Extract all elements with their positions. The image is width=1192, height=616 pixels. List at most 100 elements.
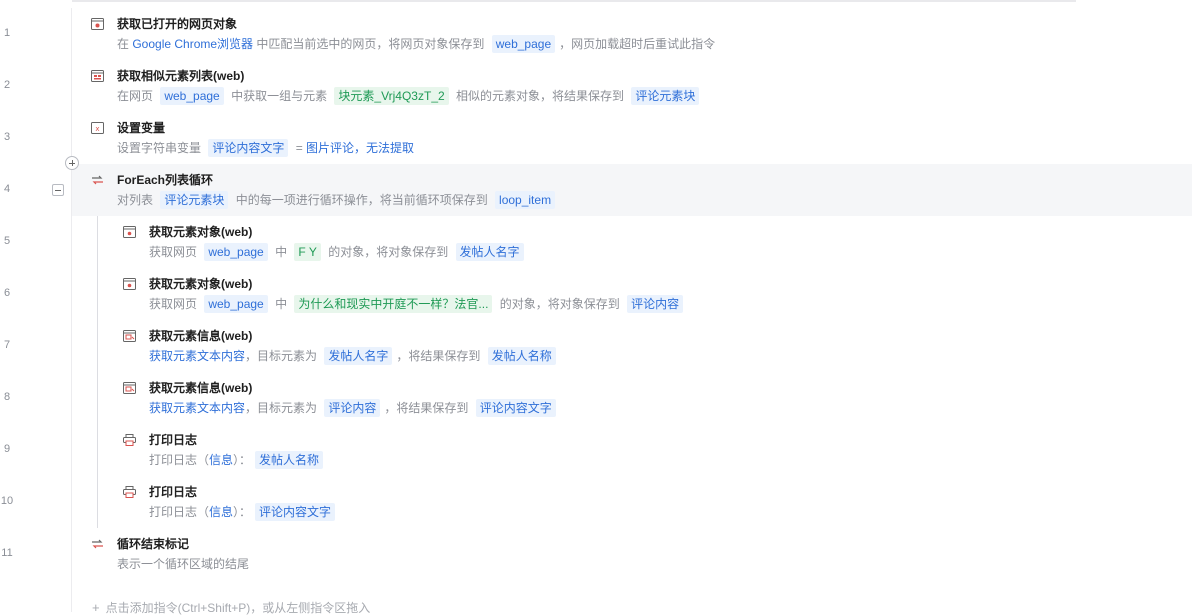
variable-tag[interactable]: 发帖人名字 xyxy=(324,347,393,365)
instruction-description: 在网页 web_page 中获取一组与元素 块元素_Vrj4Q3zT_2 相似的… xyxy=(117,87,703,105)
desc-text: ）： xyxy=(233,453,252,467)
element-tag[interactable]: 块元素_Vrj4Q3zT_2 xyxy=(334,87,449,105)
instruction-title: ForEach列表循环 xyxy=(117,173,214,187)
instruction-description: 打印日志（信息）： 评论内容文字 xyxy=(149,503,339,521)
variable-icon: x xyxy=(91,122,104,134)
desc-text: 获取网页 xyxy=(149,245,201,259)
line-number: 5 xyxy=(3,235,11,247)
variable-tag[interactable]: 评论元素块 xyxy=(160,191,229,209)
variable-tag[interactable]: 发帖人名字 xyxy=(455,243,524,261)
variable-tag[interactable]: 发帖人名称 xyxy=(255,451,324,469)
instruction-row-2[interactable]: 获取相似元素列表(web) 在网页 web_page 中获取一组与元素 块元素_V… xyxy=(72,60,1192,112)
element-tag[interactable]: F Y xyxy=(294,243,321,261)
desc-text: 的对象，将对象保存到 xyxy=(496,297,624,311)
desc-text: 对列表 xyxy=(117,193,157,207)
instruction-title: 获取元素信息(web) xyxy=(149,381,253,395)
desc-text: 中获取一组与元素 xyxy=(227,89,331,103)
desc-text: 获取网页 xyxy=(149,297,201,311)
instruction-description: 获取网页 web_page 中 F Y 的对象，将对象保存到 发帖人名字 xyxy=(149,243,528,261)
variable-tag[interactable]: 发帖人名称 xyxy=(487,347,556,365)
variable-tag[interactable]: 评论内容文字 xyxy=(208,139,289,157)
desc-text: 在 xyxy=(117,37,133,51)
svg-text:x: x xyxy=(95,125,99,133)
desc-text: 表示一个循环区域的结尾 xyxy=(117,557,250,571)
element-info-icon xyxy=(123,330,136,342)
add-icon: + xyxy=(92,600,100,615)
insert-step-icon[interactable] xyxy=(65,156,79,170)
element-info-icon xyxy=(123,382,136,394)
desc-text: 中匹配当前选中的网页，将网页对象保存到 xyxy=(253,37,488,51)
web-element-icon xyxy=(123,278,136,290)
web-element-icon xyxy=(123,226,136,238)
instruction-row-4[interactable]: ForEach列表循环 对列表 评论元素块 中的每一项进行循环操作，将当前循环项保… xyxy=(72,164,1192,216)
line-number: 4 xyxy=(3,183,11,195)
instruction-title: 获取元素对象(web) xyxy=(149,277,253,291)
collapse-loop-icon[interactable] xyxy=(52,184,64,196)
variable-tag[interactable]: 评论内容 xyxy=(324,399,381,417)
print-log-icon xyxy=(123,486,136,498)
desc-text: = xyxy=(292,141,307,155)
desc-text: ，目标元素为 xyxy=(245,401,321,415)
line-number: 7 xyxy=(3,339,11,351)
desc-text: 设置字符串变量 xyxy=(117,141,205,155)
line-number: 1 xyxy=(3,27,11,39)
instruction-title: 循环结束标记 xyxy=(117,537,190,551)
line-number: 2 xyxy=(3,79,11,91)
instruction-description: 表示一个循环区域的结尾 xyxy=(117,555,249,572)
desc-text: ，将结果保存到 xyxy=(384,401,472,415)
desc-text: 中 xyxy=(271,297,291,311)
variable-tag[interactable]: 评论内容 xyxy=(627,295,684,313)
instruction-row-1[interactable]: 获取已打开的网页对象在 Google Chrome浏览器 中匹配当前选中的网页，… xyxy=(72,8,1192,60)
instruction-title: 获取已打开的网页对象 xyxy=(117,17,238,31)
instruction-row-5[interactable]: 获取元素对象(web) 获取网页 web_page 中 F Y 的对象，将对象保存… xyxy=(72,216,1192,268)
instruction-description: 在 Google Chrome浏览器 中匹配当前选中的网页，将网页对象保存到 w… xyxy=(117,35,715,53)
desc-text: ，将结果保存到 xyxy=(396,349,484,363)
desc-text: 中 xyxy=(271,245,291,259)
param-link[interactable]: Google Chrome浏览器 xyxy=(132,37,253,51)
instruction-title: 设置变量 xyxy=(117,121,166,135)
line-number: 6 xyxy=(3,287,11,299)
instruction-row-9[interactable]: 打印日志 打印日志（信息）： 发帖人名称 xyxy=(72,424,1192,476)
instruction-description: 对列表 评论元素块 中的每一项进行循环操作，将当前循环项保存到 loop_ite… xyxy=(117,191,559,209)
param-link[interactable]: 信息 xyxy=(209,453,233,467)
instruction-row-7[interactable]: 获取元素信息(web) 获取元素文本内容，目标元素为 发帖人名字 ，将结果保存到 发… xyxy=(72,320,1192,372)
desc-text: 中的每一项进行循环操作，将当前循环项保存到 xyxy=(232,193,492,207)
instruction-row-11[interactable]: 循环结束标记表示一个循环区域的结尾 xyxy=(72,528,1192,580)
print-log-icon xyxy=(123,434,136,446)
instruction-description: 打印日志（信息）： 发帖人名称 xyxy=(149,451,327,469)
browser-window-icon xyxy=(91,18,104,30)
line-number: 9 xyxy=(3,443,11,455)
element-tag[interactable]: 为什么和现实中开庭不一样？法官... xyxy=(294,295,493,313)
loop-icon xyxy=(91,174,104,186)
instruction-row-3[interactable]: x 设置变量设置字符串变量 评论内容文字 = 图片评论，无法提取 xyxy=(72,112,1192,164)
param-link[interactable]: 获取元素文本内容 xyxy=(149,349,245,363)
variable-tag[interactable]: web_page xyxy=(204,243,268,261)
variable-tag[interactable]: web_page xyxy=(160,87,224,105)
desc-text: ）： xyxy=(233,505,252,519)
loop-end-icon xyxy=(91,538,104,550)
desc-text: 的对象，将对象保存到 xyxy=(324,245,452,259)
add-instruction-hint[interactable]: + 点击添加指令(Ctrl+Shift+P)，或从左侧指令区拖入 xyxy=(92,599,370,616)
instruction-description: 设置字符串变量 评论内容文字 = 图片评论，无法提取 xyxy=(117,139,414,157)
instruction-row-10[interactable]: 打印日志 打印日志（信息）： 评论内容文字 xyxy=(72,476,1192,528)
desc-text: 相似的元素对象，将结果保存到 xyxy=(452,89,628,103)
variable-tag[interactable]: 评论内容文字 xyxy=(255,503,336,521)
desc-text: ，目标元素为 xyxy=(245,349,321,363)
instruction-title: 获取元素对象(web) xyxy=(149,225,253,239)
variable-tag[interactable]: loop_item xyxy=(495,191,556,209)
param-link[interactable]: 获取元素文本内容 xyxy=(149,401,245,415)
desc-text: 打印日志（ xyxy=(149,453,210,467)
instruction-row-6[interactable]: 获取元素对象(web) 获取网页 web_page 中 为什么和现实中开庭不一样？… xyxy=(72,268,1192,320)
variable-tag[interactable]: web_page xyxy=(491,35,556,53)
param-link[interactable]: 图片评论，无法提取 xyxy=(306,141,414,155)
instruction-description: 获取元素文本内容，目标元素为 发帖人名字 ，将结果保存到 发帖人名称 xyxy=(149,347,560,365)
instruction-description: 获取元素文本内容，目标元素为 评论内容 ，将结果保存到 评论内容文字 xyxy=(149,399,560,417)
variable-tag[interactable]: 评论内容文字 xyxy=(475,399,556,417)
variable-tag[interactable]: 评论元素块 xyxy=(631,87,700,105)
line-number: 8 xyxy=(3,391,11,403)
param-link[interactable]: 信息 xyxy=(209,505,233,519)
variable-tag[interactable]: web_page xyxy=(204,295,268,313)
instruction-title: 获取元素信息(web) xyxy=(149,329,253,343)
instruction-row-8[interactable]: 获取元素信息(web) 获取元素文本内容，目标元素为 评论内容 ，将结果保存到 评论… xyxy=(72,372,1192,424)
desc-text: ，网页加载超时后重试此指令 xyxy=(559,37,716,51)
